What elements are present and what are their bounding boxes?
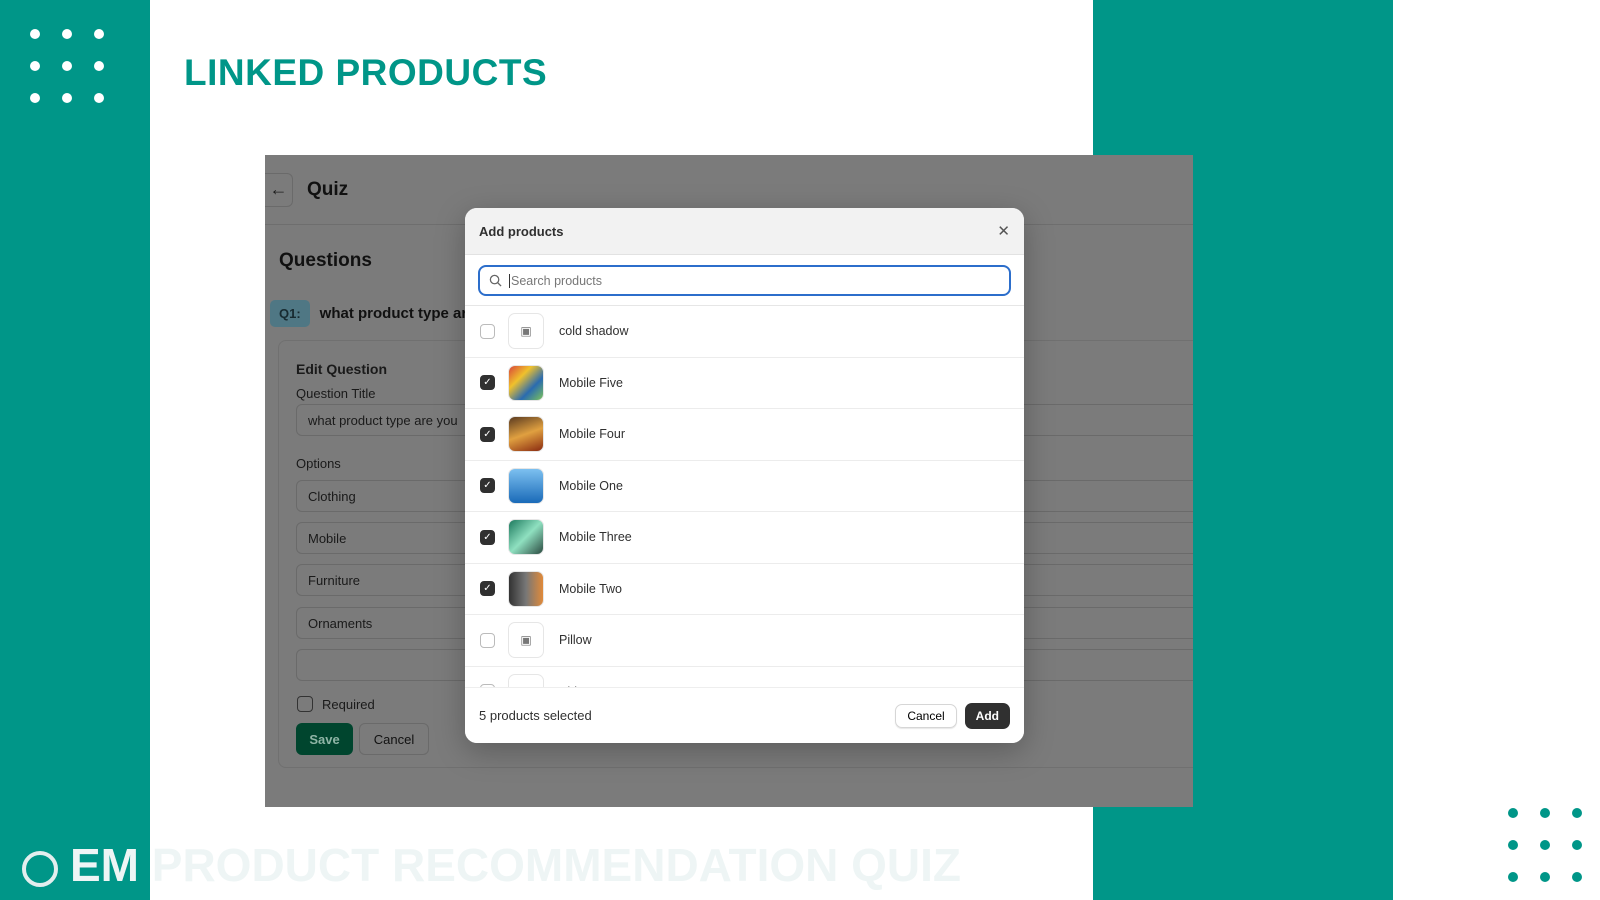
product-name: Mobile Five [559,375,623,390]
product-row[interactable]: ▣ cold shadow [465,306,1024,358]
edit-heading: Edit Question [296,361,387,377]
product-checkbox[interactable] [480,632,495,648]
dots-decoration-bottom [1508,808,1582,882]
product-row[interactable]: ✓ Mobile Two [465,564,1024,615]
product-name: Pillow [559,633,592,648]
image-placeholder-icon: ▣ [508,313,544,350]
watermark: EM PRODUCT RECOMMENDATION QUIZ [22,838,961,892]
product-checkbox[interactable]: ✓ [480,581,495,597]
product-checkbox[interactable] [480,323,495,339]
question-row[interactable]: Q1: what product type are [270,300,476,327]
product-row[interactable]: ✓ Mobile Five [465,358,1024,409]
product-image [508,467,544,504]
add-button[interactable]: Add [964,702,1010,729]
modal-header: Add products ✕ [465,208,1024,255]
left-teal-band [0,0,150,900]
question-tag: Q1: [270,300,310,327]
search-input[interactable]: Search products [478,265,1011,296]
product-checkbox[interactable]: ✓ [480,529,495,545]
back-button[interactable]: ← [265,172,293,207]
required-label: Required [322,697,375,712]
search-placeholder: Search products [511,273,603,288]
dots-decoration-top [30,29,104,103]
product-checkbox[interactable]: ✓ [480,426,495,442]
options-label: Options [296,456,341,471]
product-name: Mobile Two [559,581,622,596]
product-image [508,519,544,556]
modal-title: Add products [479,223,564,239]
product-checkbox[interactable]: ✓ [480,478,495,494]
product-checkbox[interactable]: ✓ [480,375,495,391]
image-placeholder-icon: ▣ [508,622,544,659]
product-image [508,364,544,401]
question-text: what product type are [319,305,476,322]
product-row[interactable]: ▣ Pillow [465,615,1024,667]
page-title: LINKED PRODUCTS [184,52,548,93]
product-list[interactable]: ▣ cold shadow ✓ Mobile Five ✓ Mobile Four ✓ Mob… [465,305,1024,688]
product-row[interactable]: ✓ Mobile One [465,461,1024,512]
product-name: cold shadow [559,324,629,339]
selected-count: 5 products selected [479,708,592,723]
image-placeholder-icon: ▣ [508,673,544,688]
watermark-text: EM PRODUCT RECOMMENDATION QUIZ [70,839,962,891]
product-name: Mobile Four [559,427,625,442]
section-heading: Questions [279,250,372,271]
modal-cancel-button[interactable]: Cancel [895,703,957,728]
product-row[interactable]: ▣Shirt [465,667,1024,688]
arrow-left-icon: ← [269,179,288,199]
logo-icon [22,850,58,887]
modal-footer: 5 products selected Cancel Add [465,687,1024,743]
search-icon [489,274,502,287]
product-image [508,570,544,607]
save-button[interactable]: Save [296,723,353,755]
required-checkbox[interactable] [297,696,313,712]
product-row[interactable]: ✓ Mobile Four [465,409,1024,461]
close-icon[interactable]: ✕ [997,222,1010,240]
product-image [508,416,544,453]
cancel-button[interactable]: Cancel [359,723,429,755]
app-title: Quiz [307,178,349,200]
product-name: Mobile One [559,478,623,493]
question-title-label: Question Title [296,386,376,401]
product-row[interactable]: ✓ Mobile Three [465,512,1024,564]
add-products-modal: Add products ✕ Search products ▣ cold sha… [465,208,1024,743]
product-name: Mobile Three [559,530,632,545]
